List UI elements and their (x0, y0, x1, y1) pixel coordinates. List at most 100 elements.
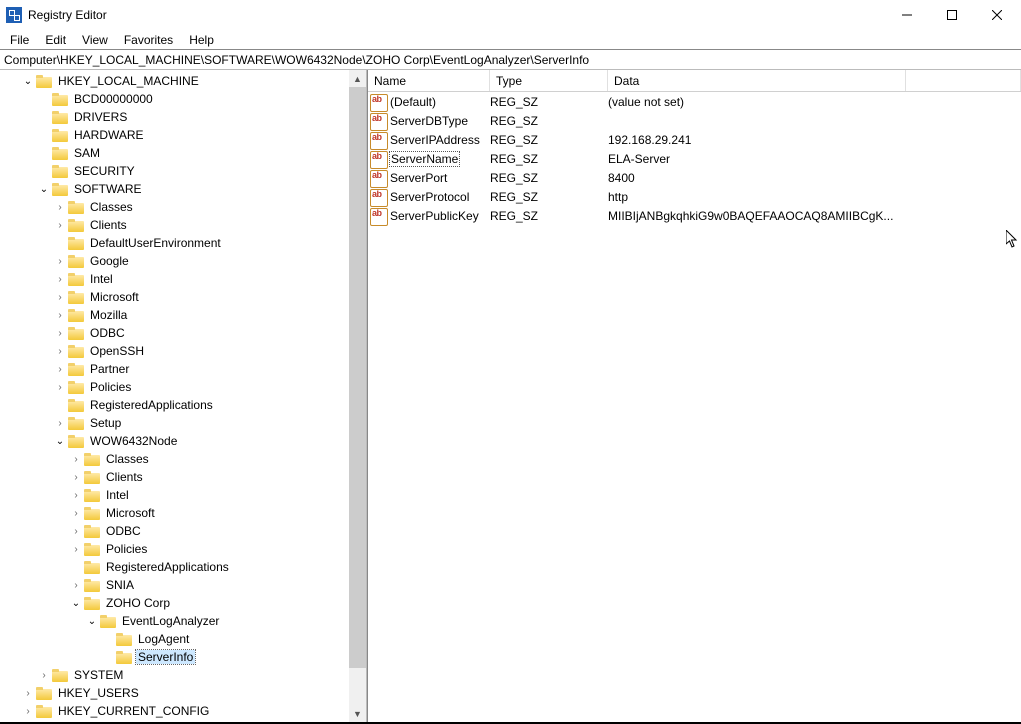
tree-item[interactable]: › Partner (0, 360, 349, 378)
tree-item[interactable]: ›SECURITY (0, 162, 349, 180)
tree-item[interactable]: ›ODBC (0, 522, 349, 540)
tree-item-label: ServerInfo (136, 650, 195, 664)
tree-item[interactable]: ⌄ SOFTWARE (0, 180, 349, 198)
tree-item[interactable]: ›Microsoft (0, 504, 349, 522)
chevron-down-icon[interactable]: ⌄ (20, 73, 36, 89)
titlebar[interactable]: Registry Editor (0, 0, 1021, 30)
chevron-right-icon[interactable]: › (68, 487, 84, 503)
chevron-right-icon[interactable]: › (68, 451, 84, 467)
folder-icon (36, 75, 52, 88)
value-row[interactable]: ServerProtocolREG_SZhttp (368, 187, 1021, 206)
tree-item[interactable]: ⌄HKEY_LOCAL_MACHINE (0, 72, 349, 90)
tree-item[interactable]: ›SYSTEM (0, 666, 349, 684)
chevron-right-icon[interactable]: › (68, 541, 84, 557)
chevron-right-icon[interactable]: › (52, 325, 68, 341)
value-row[interactable]: (Default)REG_SZ(value not set) (368, 92, 1021, 111)
menu-help[interactable]: Help (181, 31, 222, 49)
tree-item[interactable]: ›DRIVERS (0, 108, 349, 126)
tree-item[interactable]: ›Microsoft (0, 288, 349, 306)
tree-item-label: SOFTWARE (72, 182, 144, 196)
scroll-down-button[interactable]: ▼ (349, 705, 366, 722)
tree-item[interactable]: ›BCD00000000 (0, 90, 349, 108)
value-data: MIIBIjANBgkqhkiG9w0BAQEFAAOCAQ8AMIIBCgK.… (608, 209, 1021, 223)
scroll-track[interactable] (349, 87, 366, 705)
tree-item[interactable]: ›Policies (0, 378, 349, 396)
tree-scrollbar[interactable]: ▲ ▼ (349, 70, 366, 722)
tree-item[interactable]: ›Mozilla (0, 306, 349, 324)
tree-item[interactable]: ›RegisteredApplications (0, 558, 349, 576)
tree-item[interactable]: ›RegisteredApplications (0, 396, 349, 414)
chevron-right-icon[interactable]: › (52, 379, 68, 395)
folder-icon (52, 129, 68, 142)
tree-item[interactable]: ›HARDWARE (0, 126, 349, 144)
scroll-thumb[interactable] (349, 87, 366, 668)
tree-item-label: Partner (88, 362, 131, 376)
window-title: Registry Editor (28, 8, 107, 22)
tree-item[interactable]: ›Policies (0, 540, 349, 558)
chevron-down-icon[interactable]: ⌄ (52, 433, 68, 449)
column-data[interactable]: Data (608, 70, 906, 91)
chevron-right-icon[interactable]: › (68, 577, 84, 593)
chevron-right-icon[interactable]: › (52, 289, 68, 305)
minimize-button[interactable] (884, 0, 929, 30)
chevron-right-icon[interactable]: › (52, 217, 68, 233)
tree-item[interactable]: ›Intel (0, 270, 349, 288)
chevron-down-icon[interactable]: ⌄ (68, 595, 84, 611)
tree-item[interactable]: ›LogAgent (0, 630, 349, 648)
tree-item[interactable]: ›Google (0, 252, 349, 270)
value-row[interactable]: ServerNameREG_SZELA-Server (368, 149, 1021, 168)
chevron-right-icon[interactable]: › (52, 343, 68, 359)
tree-item[interactable]: ›Setup (0, 414, 349, 432)
menu-favorites[interactable]: Favorites (116, 31, 181, 49)
tree-item-label: SECURITY (72, 164, 137, 178)
tree-item[interactable]: ›Intel (0, 486, 349, 504)
chevron-right-icon[interactable]: › (68, 505, 84, 521)
column-name[interactable]: Name (368, 70, 490, 91)
value-row[interactable]: ServerPortREG_SZ8400 (368, 168, 1021, 187)
tree-item[interactable]: ›SNIA (0, 576, 349, 594)
tree-item[interactable]: ›Classes (0, 198, 349, 216)
tree-item[interactable]: ›ServerInfo (0, 648, 349, 666)
tree-item[interactable]: ⌄ZOHO Corp (0, 594, 349, 612)
tree-item[interactable]: ›SAM (0, 144, 349, 162)
chevron-right-icon[interactable]: › (68, 523, 84, 539)
chevron-down-icon[interactable]: ⌄ (36, 181, 52, 197)
chevron-right-icon[interactable]: › (52, 199, 68, 215)
tree-item[interactable]: ⌄ WOW6432Node (0, 432, 349, 450)
chevron-right-icon[interactable]: › (52, 361, 68, 377)
tree-item-label: RegisteredApplications (104, 560, 231, 574)
value-row[interactable]: ServerDBTypeREG_SZ (368, 111, 1021, 130)
chevron-right-icon[interactable]: › (52, 253, 68, 269)
chevron-right-icon[interactable]: › (52, 271, 68, 287)
tree-item[interactable]: ›HKEY_USERS (0, 684, 349, 702)
value-row[interactable]: ServerPublicKeyREG_SZMIIBIjANBgkqhkiG9w0… (368, 206, 1021, 225)
chevron-right-icon[interactable]: › (52, 415, 68, 431)
value-data: 8400 (608, 171, 1021, 185)
scroll-up-button[interactable]: ▲ (349, 70, 366, 87)
menu-view[interactable]: View (74, 31, 116, 49)
tree-item[interactable]: ›Classes (0, 450, 349, 468)
menu-edit[interactable]: Edit (37, 31, 74, 49)
tree-item[interactable]: ⌄EventLogAnalyzer (0, 612, 349, 630)
tree-item[interactable]: ›HKEY_CURRENT_CONFIG (0, 702, 349, 720)
tree-item[interactable]: ›DefaultUserEnvironment (0, 234, 349, 252)
value-name: ServerDBType (390, 114, 490, 128)
chevron-right-icon[interactable]: › (20, 685, 36, 701)
chevron-right-icon[interactable]: › (20, 703, 36, 719)
close-button[interactable] (974, 0, 1019, 30)
chevron-right-icon[interactable]: › (68, 469, 84, 485)
menu-file[interactable]: File (2, 31, 37, 49)
tree-item-label: WOW6432Node (88, 434, 179, 448)
folder-icon (36, 687, 52, 700)
tree-item[interactable]: ›OpenSSH (0, 342, 349, 360)
value-row[interactable]: ServerIPAddressREG_SZ192.168.29.241 (368, 130, 1021, 149)
chevron-right-icon[interactable]: › (52, 307, 68, 323)
maximize-button[interactable] (929, 0, 974, 30)
chevron-down-icon[interactable]: ⌄ (84, 613, 100, 629)
column-type[interactable]: Type (490, 70, 608, 91)
chevron-right-icon[interactable]: › (36, 667, 52, 683)
tree-item[interactable]: ›ODBC (0, 324, 349, 342)
tree-item[interactable]: ›Clients (0, 468, 349, 486)
address-bar[interactable]: Computer\HKEY_LOCAL_MACHINE\SOFTWARE\WOW… (0, 50, 1021, 70)
tree-item[interactable]: ›Clients (0, 216, 349, 234)
